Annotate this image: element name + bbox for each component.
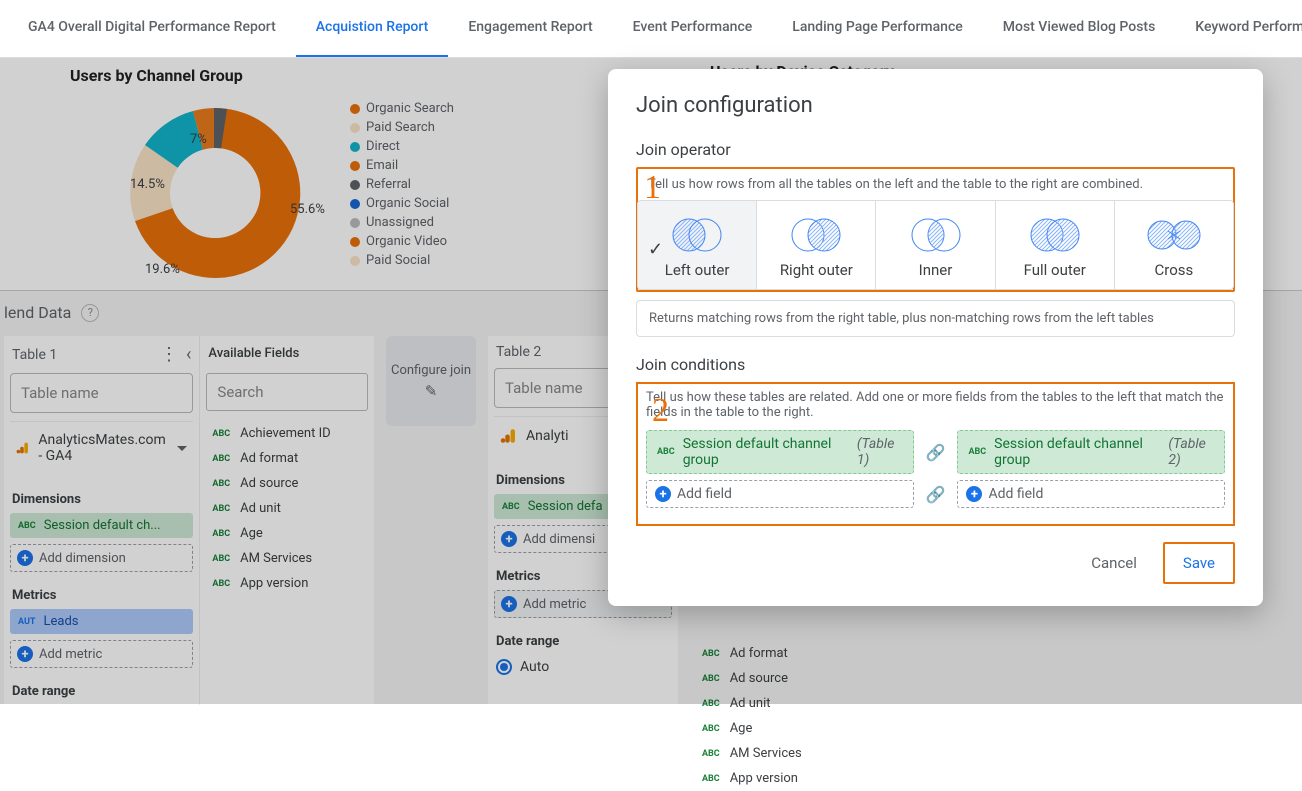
link-icon: 🔗: [926, 443, 946, 462]
tab-blog[interactable]: Most Viewed Blog Posts: [983, 0, 1176, 58]
check-icon: ✓: [648, 239, 663, 260]
venn-left-outer-icon: [667, 215, 727, 255]
operator-description: Tell us how rows from all the tables on …: [638, 177, 1233, 192]
tab-landing[interactable]: Landing Page Performance: [772, 0, 982, 58]
report-tabs: GA4 Overall Digital Performance Report A…: [0, 0, 1302, 58]
cancel-button[interactable]: Cancel: [1079, 546, 1149, 580]
join-operator-heading: Join operator: [636, 140, 1235, 159]
field-item[interactable]: ABCAge: [696, 716, 876, 741]
add-field-right[interactable]: +Add field: [957, 480, 1225, 508]
conditions-description: Tell us how these tables are related. Ad…: [646, 390, 1225, 420]
tab-acquisition[interactable]: Acquistion Report: [296, 0, 449, 58]
operator-cross[interactable]: Cross: [1115, 201, 1233, 289]
venn-cross-icon: [1144, 215, 1204, 255]
operator-right-outer[interactable]: Right outer: [757, 201, 876, 289]
venn-right-outer-icon: [786, 215, 846, 255]
operator-full-outer[interactable]: Full outer: [996, 201, 1115, 289]
field-item[interactable]: ABCAM Services: [696, 741, 876, 766]
condition-field-left[interactable]: ABC Session default channel group (Table…: [646, 430, 914, 474]
join-config-modal: Join configuration Join operator 1 Tell …: [608, 69, 1263, 606]
tab-ga4-overall[interactable]: GA4 Overall Digital Performance Report: [8, 0, 296, 58]
venn-inner-icon: [906, 215, 966, 255]
operator-result-description: Returns matching rows from the right tab…: [636, 300, 1235, 337]
field-item[interactable]: ABCApp version: [696, 766, 876, 791]
tab-keyword[interactable]: Keyword Performance: [1175, 0, 1302, 58]
operator-grid: ✓ Left outer Right outer Inn: [637, 200, 1234, 290]
join-conditions-heading: Join conditions: [636, 355, 1235, 374]
venn-full-outer-icon: [1025, 215, 1085, 255]
link-icon: 🔗: [926, 485, 946, 504]
operator-inner[interactable]: Inner: [876, 201, 995, 289]
annotation-2: 2: [652, 392, 669, 430]
tab-engagement[interactable]: Engagement Report: [448, 0, 612, 58]
operator-left-outer[interactable]: ✓ Left outer: [638, 201, 757, 289]
condition-field-right[interactable]: ABC Session default channel group (Table…: [957, 430, 1225, 474]
add-field-left[interactable]: +Add field: [646, 480, 914, 508]
modal-title: Join configuration: [636, 93, 1235, 118]
join-conditions-box: 2 Tell us how these tables are related. …: [636, 382, 1235, 526]
tab-event[interactable]: Event Performance: [613, 0, 773, 58]
save-button[interactable]: Save: [1163, 542, 1235, 584]
join-operator-box: 1 Tell us how rows from all the tables o…: [636, 167, 1235, 292]
